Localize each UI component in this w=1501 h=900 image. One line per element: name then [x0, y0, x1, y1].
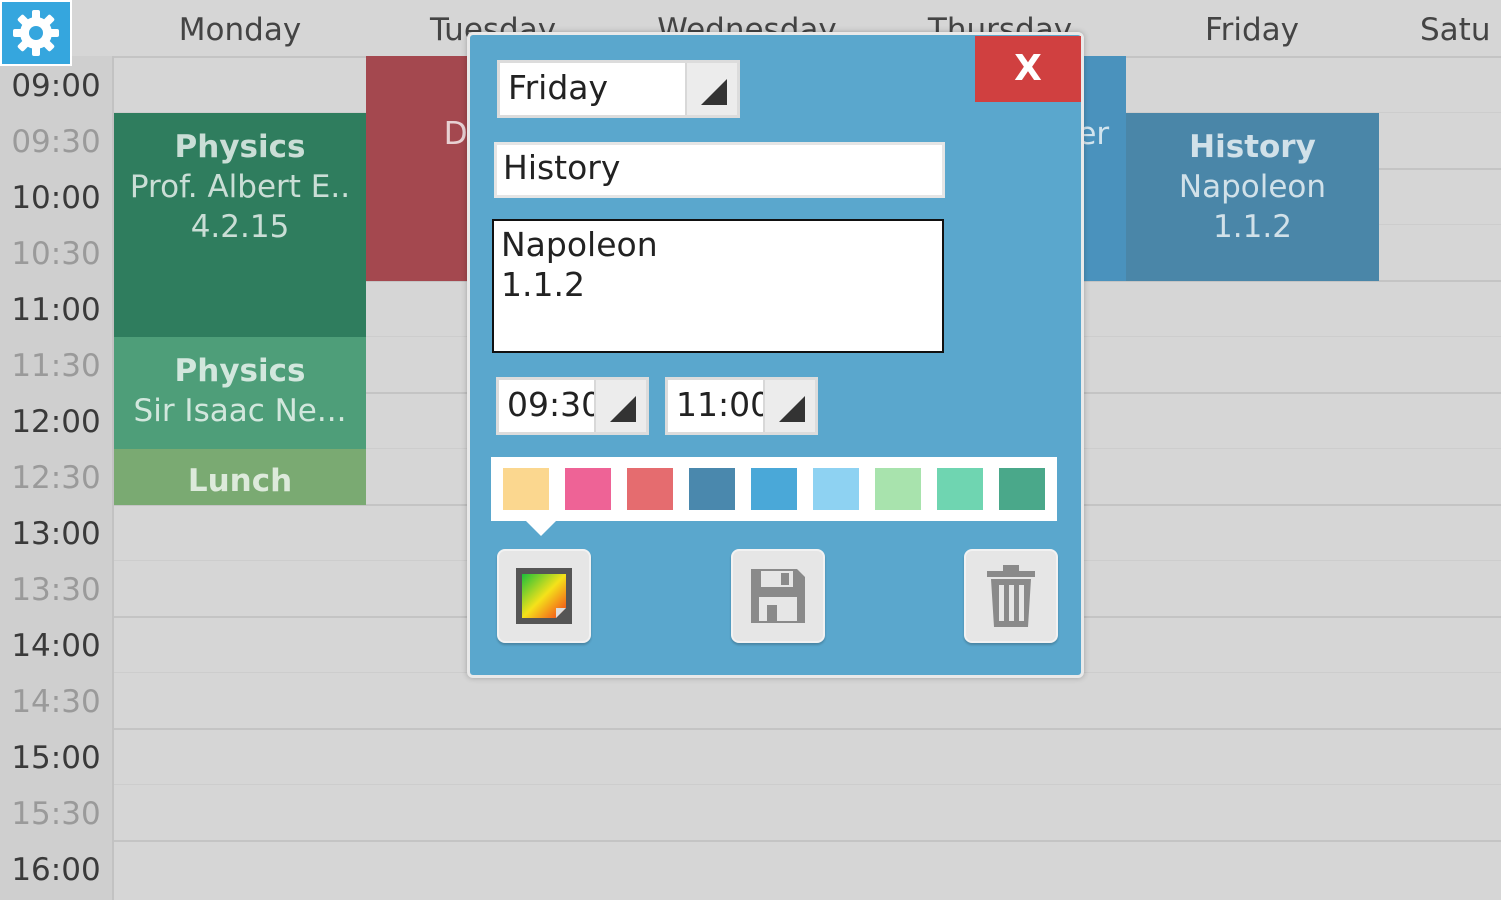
time-label: 12:30 [11, 460, 101, 496]
event-title: Physics [174, 353, 306, 389]
settings-button[interactable] [0, 0, 72, 66]
time-label: 10:00 [11, 180, 101, 216]
event-teacher: Prof. Albert E.. [129, 169, 351, 205]
event-friday-history[interactable]: History Napoleon 1.1.2 [1126, 113, 1379, 281]
time-label: 14:30 [11, 684, 101, 720]
edit-event-dialog: X Friday History Napoleon 1.1.2 09:30 11… [467, 32, 1084, 678]
delete-button[interactable] [964, 549, 1058, 643]
grid-line [114, 784, 1501, 785]
time-label: 11:00 [11, 292, 101, 328]
grid-line [114, 840, 1501, 842]
color-picker-button[interactable] [497, 549, 591, 643]
color-palette [491, 457, 1057, 521]
time-label: 09:30 [11, 124, 101, 160]
close-button[interactable]: X [975, 36, 1081, 102]
gear-icon [13, 10, 59, 56]
event-room: 4.2.15 [190, 209, 290, 245]
chevron-down-icon [763, 380, 815, 432]
end-time-value: 11:00 [676, 385, 772, 424]
event-monday-lunch[interactable]: Lunch [114, 449, 366, 505]
palette-pointer [525, 520, 557, 536]
color-swatch[interactable] [875, 468, 921, 510]
event-teacher: Napoleon [1178, 169, 1327, 205]
color-picker-icon [516, 568, 572, 624]
color-swatch[interactable] [503, 468, 549, 510]
start-time-value: 09:30 [507, 385, 603, 424]
event-room: 1.1.2 [1213, 209, 1292, 245]
color-swatch[interactable] [689, 468, 735, 510]
chevron-down-icon [594, 380, 646, 432]
color-swatch[interactable] [627, 468, 673, 510]
details-textarea[interactable]: Napoleon 1.1.2 [492, 219, 944, 353]
color-swatch[interactable] [937, 468, 983, 510]
time-label: 16:00 [11, 852, 101, 888]
time-label: 13:30 [11, 572, 101, 608]
event-title: History [1189, 129, 1316, 165]
day-header-saturday: Satu [1420, 12, 1491, 48]
time-label: 13:00 [11, 516, 101, 552]
time-label: 15:00 [11, 740, 101, 776]
color-swatch[interactable] [751, 468, 797, 510]
day-select-value: Friday [508, 68, 609, 107]
trash-icon [987, 565, 1035, 627]
save-button[interactable] [731, 549, 825, 643]
time-column: 09:00 09:30 10:00 10:30 11:00 11:30 12:0… [0, 56, 114, 900]
start-time-select[interactable]: 09:30 [496, 377, 649, 435]
event-title: Lunch [187, 463, 293, 499]
timetable-app: Monday Tuesday Wednesday Thursday Friday… [0, 0, 1501, 900]
day-header-monday: Monday [178, 12, 302, 48]
time-label: 15:30 [11, 796, 101, 832]
time-label: 11:30 [11, 348, 101, 384]
end-time-select[interactable]: 11:00 [665, 377, 818, 435]
event-monday-physics[interactable]: Physics Prof. Albert E.. 4.2.15 [114, 113, 366, 337]
day-select[interactable]: Friday [497, 60, 740, 118]
time-label: 10:30 [11, 236, 101, 272]
color-swatch[interactable] [999, 468, 1045, 510]
color-swatch[interactable] [565, 468, 611, 510]
event-teacher: Sir Isaac Ne... [133, 393, 347, 429]
day-header-friday: Friday [1205, 12, 1299, 48]
color-swatch[interactable] [813, 468, 859, 510]
grid-line [114, 728, 1501, 730]
chevron-down-icon [685, 63, 737, 115]
time-label: 12:00 [11, 404, 101, 440]
event-title: Physics [174, 129, 306, 165]
time-label: 14:00 [11, 628, 101, 664]
floppy-disk-icon [751, 569, 805, 623]
event-monday-physics-2[interactable]: Physics Sir Isaac Ne... [114, 337, 366, 449]
subject-input[interactable]: History [494, 142, 945, 198]
